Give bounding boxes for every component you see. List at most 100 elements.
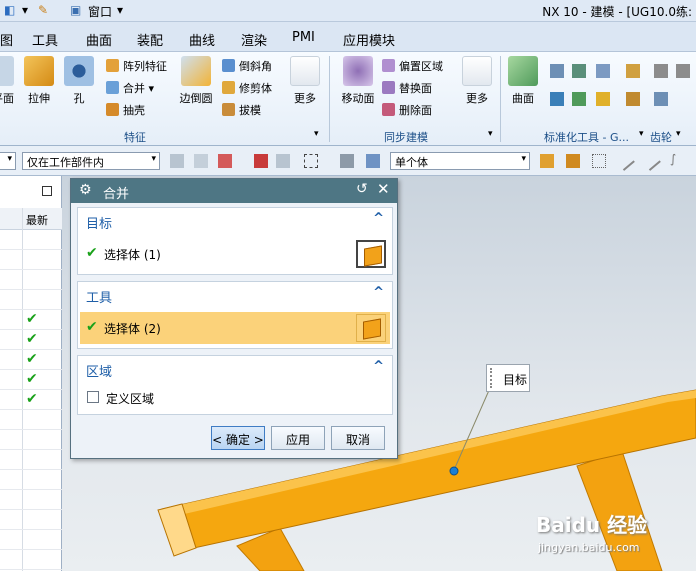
target-select-body-button[interactable] <box>356 240 386 268</box>
tool-select-body-button[interactable] <box>356 314 386 342</box>
watermark-url: jingyan.baidu.com <box>538 541 640 554</box>
window-menu[interactable]: 窗口 <box>88 3 112 20</box>
selection-tool-icon[interactable] <box>170 154 184 168</box>
collapse-icon[interactable]: ^ <box>373 211 384 226</box>
snap-icon[interactable] <box>592 154 606 168</box>
selection-tool-icon[interactable] <box>340 154 354 168</box>
snap-point-icon[interactable] <box>218 154 232 168</box>
features-more-label: 更多 <box>294 92 316 105</box>
draft-button[interactable]: 拔模 <box>222 102 261 118</box>
tool-icon[interactable] <box>654 92 668 106</box>
maximize-icon[interactable] <box>42 186 52 196</box>
tool-icon[interactable] <box>550 64 564 78</box>
standard-tools-expand-icon[interactable]: ▾ <box>639 129 644 139</box>
shell-button[interactable]: 抽壳 <box>106 102 145 118</box>
trim-body-button[interactable]: 修剪体 <box>222 80 272 96</box>
menu-pmi[interactable]: PMI <box>292 30 315 45</box>
navigator-row[interactable] <box>0 450 62 470</box>
type-filter-combo[interactable]: ▾ <box>0 152 16 170</box>
ribbon-separator <box>329 56 330 142</box>
dialog-title-bar[interactable]: ⚙ 合并 ↺ ✕ <box>71 179 397 203</box>
define-region-checkbox[interactable] <box>87 391 99 403</box>
menu-curve[interactable]: 曲线 <box>189 30 215 49</box>
navigator-row[interactable] <box>0 230 62 250</box>
pattern-icon <box>106 59 119 72</box>
target-section: 目标 ^ ✔ 选择体 (1) <box>77 207 393 275</box>
gear-group-expand-icon[interactable]: ▾ <box>676 129 681 139</box>
tool-icon[interactable] <box>676 64 690 78</box>
tool-icon[interactable] <box>596 64 610 78</box>
sync-group-expand-icon[interactable]: ▾ <box>488 129 493 139</box>
snap-icon[interactable] <box>540 154 554 168</box>
collapse-icon[interactable]: ^ <box>373 285 384 300</box>
navigator-row[interactable] <box>0 250 62 270</box>
snap-icon[interactable]: ∫ <box>670 152 684 166</box>
tool-icon[interactable] <box>596 92 610 106</box>
extrude-button[interactable]: 拉伸 <box>22 56 56 106</box>
navigator-row[interactable] <box>0 270 62 290</box>
replace-face-button[interactable]: 替换面 <box>382 80 432 96</box>
menu-tools[interactable]: 工具 <box>32 30 58 49</box>
selection-tool-icon[interactable] <box>194 154 208 168</box>
target-select-body-row[interactable]: ✔ 选择体 (1) <box>80 238 390 270</box>
selection-scope-combo[interactable]: 仅在工作部件内 ▾ <box>22 152 160 170</box>
features-group-expand-icon[interactable]: ▾ <box>314 129 319 139</box>
body-filter-combo[interactable]: 单个体 ▾ <box>390 152 530 170</box>
reset-icon[interactable]: ↺ <box>356 181 368 197</box>
dropdown-arrow-icon[interactable]: ▾ <box>22 3 28 17</box>
snap-icon[interactable] <box>566 154 580 168</box>
move-face-button[interactable]: 移动面 <box>338 56 378 106</box>
tool-select-body-row[interactable]: ✔ 选择体 (2) <box>80 312 390 344</box>
menu-application[interactable]: 应用模块 <box>343 30 395 49</box>
selection-tool-icon[interactable] <box>276 154 290 168</box>
navigator-row[interactable] <box>0 430 62 450</box>
sync-more-button[interactable]: 更多 <box>460 56 494 106</box>
snap-icon[interactable] <box>254 154 268 168</box>
app-icon[interactable]: ◧ <box>4 3 15 17</box>
edit-icon[interactable]: ✎ <box>38 3 48 17</box>
solid-body-icon <box>364 245 382 267</box>
menu-assembly[interactable]: 装配 <box>137 30 163 49</box>
tool-icon[interactable] <box>572 64 586 78</box>
region-section: 区域 ^ 定义区域 <box>77 355 393 415</box>
tool-icon[interactable] <box>626 64 640 78</box>
apply-button[interactable]: 应用 <box>271 426 325 450</box>
rectangle-select-icon[interactable] <box>304 154 318 168</box>
hole-button[interactable]: 孔 <box>62 56 96 106</box>
drag-handle-icon[interactable] <box>490 368 495 388</box>
offset-region-button[interactable]: 偏置区域 <box>382 58 443 74</box>
navigator-row[interactable] <box>0 410 62 430</box>
snap-icon[interactable] <box>641 151 661 171</box>
menu-render[interactable]: 渲染 <box>241 30 267 49</box>
navigator-row[interactable] <box>0 490 62 510</box>
tool-icon[interactable] <box>654 64 668 78</box>
edge-blend-button[interactable]: 边倒圆 <box>176 56 216 106</box>
tool-icon[interactable] <box>572 92 586 106</box>
collapse-icon[interactable]: ^ <box>373 359 384 374</box>
navigator-row[interactable] <box>0 290 62 310</box>
features-more-button[interactable]: 更多 <box>288 56 322 106</box>
body-select-icon[interactable] <box>366 154 380 168</box>
cancel-button[interactable]: 取消 <box>331 426 385 450</box>
navigator-row[interactable] <box>0 550 62 570</box>
close-icon[interactable]: ✕ <box>377 180 390 198</box>
delete-face-button[interactable]: 删除面 <box>382 102 432 118</box>
move-face-label: 移动面 <box>341 92 375 105</box>
datum-plane-button[interactable]: 平面 <box>0 56 16 106</box>
ok-button[interactable]: < 确定 > <box>211 426 265 450</box>
surface-button[interactable]: 曲面 <box>506 56 540 106</box>
menu-view[interactable]: 图 <box>0 30 13 49</box>
chamfer-button[interactable]: 倒斜角 <box>222 58 272 74</box>
navigator-row[interactable] <box>0 530 62 550</box>
snap-icon[interactable] <box>615 151 635 171</box>
tool-icon[interactable] <box>550 92 564 106</box>
window-menu-dropdown-icon[interactable]: ▾ <box>117 3 123 17</box>
navigator-row[interactable] <box>0 510 62 530</box>
menu-surface[interactable]: 曲面 <box>86 30 112 49</box>
tool-icon[interactable] <box>626 92 640 106</box>
shell-icon <box>106 103 119 116</box>
navigator-row[interactable] <box>0 470 62 490</box>
pattern-feature-button[interactable]: 阵列特征 <box>106 58 167 74</box>
gear-icon[interactable]: ⚙ <box>79 182 92 198</box>
unite-button[interactable]: 合并 ▾ <box>106 80 154 96</box>
